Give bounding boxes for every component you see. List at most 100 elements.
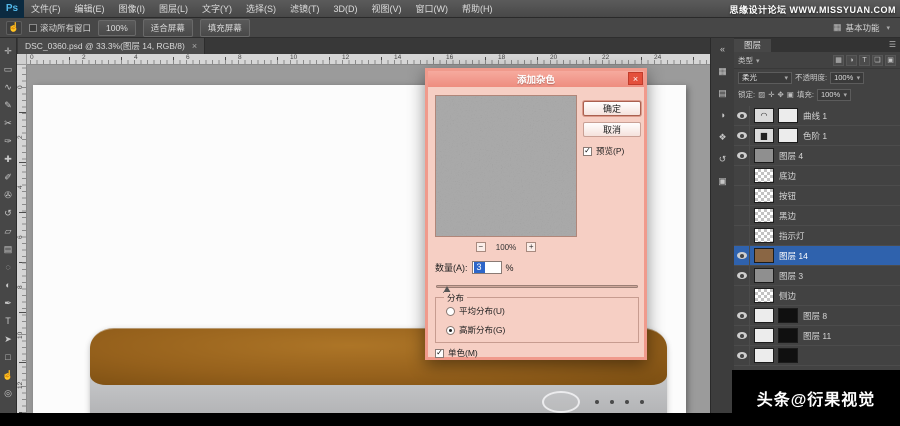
fill-select[interactable]: 100% xyxy=(816,88,851,101)
adjustment-thumbnail[interactable]: ◠ xyxy=(754,108,774,123)
visibility-toggle[interactable] xyxy=(734,226,750,245)
layer-row-11[interactable]: 图层 8 xyxy=(734,306,900,326)
noise-preview[interactable] xyxy=(435,95,577,237)
color-panel-icon[interactable]: ▦ xyxy=(715,65,731,78)
layer-thumbnail[interactable] xyxy=(754,148,774,163)
gradient-tool[interactable]: ▤ xyxy=(1,240,16,258)
layer-row-6[interactable]: 黑边 xyxy=(734,206,900,226)
layer-thumbnail[interactable] xyxy=(754,268,774,283)
blur-tool[interactable]: ◌ xyxy=(1,258,16,276)
properties-panel-icon[interactable]: ▣ xyxy=(715,175,731,188)
preview-checkbox[interactable]: ✓ 预览(P) xyxy=(583,145,624,157)
layer-thumbnail[interactable] xyxy=(754,188,774,203)
scroll-all-windows-checkbox[interactable]: 滚动所有窗口 xyxy=(29,22,91,34)
layer-thumbnail[interactable] xyxy=(754,348,774,363)
zoom-in-button[interactable]: + xyxy=(526,242,537,252)
amount-input[interactable]: 3 xyxy=(471,261,502,274)
visibility-toggle[interactable] xyxy=(734,246,750,265)
ok-button[interactable]: 确定 xyxy=(583,101,641,116)
radio-uniform-distribution[interactable]: 平均分布(U) xyxy=(446,305,638,317)
layer-row-7[interactable]: 指示灯 xyxy=(734,226,900,246)
filter-type-select[interactable]: 类型 xyxy=(738,55,760,66)
adjustment-thumbnail[interactable]: ▆ xyxy=(754,128,774,143)
menu-item-1[interactable]: 文件(F) xyxy=(24,0,68,18)
menu-item-5[interactable]: 文字(Y) xyxy=(195,0,239,18)
hand-tool-preset-icon[interactable]: ☝ xyxy=(6,20,22,35)
history-brush-tool[interactable]: ↺ xyxy=(1,204,16,222)
lock-pixels-icon[interactable]: ✛ xyxy=(768,90,774,99)
marquee-tool[interactable]: ▭ xyxy=(1,60,16,78)
visibility-toggle[interactable] xyxy=(734,346,750,365)
layer-row-1[interactable]: ◠ 曲线 1 xyxy=(734,106,900,126)
collapse-dock-icon[interactable]: « xyxy=(715,43,731,56)
vertical-ruler[interactable]: 0 2 4 6 8 10 12 xyxy=(17,65,27,413)
lasso-tool[interactable]: ∿ xyxy=(1,78,16,96)
menu-item-11[interactable]: 帮助(H) xyxy=(455,0,500,18)
filter-smart-object-layers-icon[interactable]: ▣ xyxy=(885,54,896,66)
pen-tool[interactable]: ✒ xyxy=(1,294,16,312)
fit-screen-button[interactable]: 适合屏幕 xyxy=(142,18,193,37)
lock-all-icon[interactable]: ▣ xyxy=(787,90,794,99)
radio-gaussian-distribution[interactable]: 高斯分布(G) xyxy=(446,324,638,336)
lock-transparency-icon[interactable]: ▨ xyxy=(758,90,765,99)
styles-panel-icon[interactable]: ❖ xyxy=(715,131,731,144)
type-tool[interactable]: T xyxy=(1,312,16,330)
zoom-tool[interactable]: ◎ xyxy=(1,384,16,402)
layer-thumbnail[interactable] xyxy=(754,288,774,303)
visibility-toggle[interactable] xyxy=(734,126,750,145)
clone-stamp-tool[interactable]: ✇ xyxy=(1,186,16,204)
menu-item-7[interactable]: 滤镜(T) xyxy=(283,0,327,18)
lock-position-icon[interactable]: ✥ xyxy=(777,90,783,99)
menu-item-4[interactable]: 图层(L) xyxy=(152,0,195,18)
layer-row-5[interactable]: 按钮 xyxy=(734,186,900,206)
crop-tool[interactable]: ✂ xyxy=(1,114,16,132)
layer-thumbnail[interactable] xyxy=(754,248,774,263)
hand-tool[interactable]: ☝ xyxy=(1,366,16,384)
zoom-out-button[interactable]: − xyxy=(475,242,486,252)
layer-row-13[interactable] xyxy=(734,346,900,366)
layer-thumbnail[interactable] xyxy=(754,168,774,183)
layer-row-8[interactable]: 图层 14 xyxy=(734,246,900,266)
menu-item-10[interactable]: 窗口(W) xyxy=(409,0,456,18)
menu-item-6[interactable]: 选择(S) xyxy=(239,0,283,18)
eyedropper-tool[interactable]: ✑ xyxy=(1,132,16,150)
healing-brush-tool[interactable]: ✚ xyxy=(1,150,16,168)
layer-thumbnail[interactable] xyxy=(754,208,774,223)
visibility-toggle[interactable] xyxy=(734,206,750,225)
filter-adjustment-layers-icon[interactable]: ◑ xyxy=(846,54,857,66)
layer-thumbnail[interactable] xyxy=(754,308,774,323)
opacity-select[interactable]: 100% xyxy=(830,71,865,84)
horizontal-ruler[interactable]: 0 2 4 6 8 10 12 14 16 18 20 22 24 xyxy=(17,54,710,65)
swatches-panel-icon[interactable]: ▤ xyxy=(715,87,731,100)
visibility-toggle[interactable] xyxy=(734,106,750,125)
shape-tool[interactable]: □ xyxy=(1,348,16,366)
zoom-100-button[interactable]: 100% xyxy=(98,19,136,36)
brush-tool[interactable]: ✐ xyxy=(1,168,16,186)
path-selection-tool[interactable]: ➤ xyxy=(1,330,16,348)
visibility-toggle[interactable] xyxy=(734,146,750,165)
panel-menu-icon[interactable] xyxy=(885,38,900,52)
visibility-toggle[interactable] xyxy=(734,266,750,285)
add-noise-dialog[interactable]: 添加杂色 × − 100% + 确定 取消 ✓ 预览(P) 数量(A): 3 %… xyxy=(425,68,647,360)
visibility-toggle[interactable] xyxy=(734,166,750,185)
quick-selection-tool[interactable]: ✎ xyxy=(1,96,16,114)
monochrome-checkbox[interactable]: ✓ 单色(M) xyxy=(435,347,478,359)
visibility-toggle[interactable] xyxy=(734,306,750,325)
history-panel-icon[interactable]: ↺ xyxy=(715,153,731,166)
layer-row-10[interactable]: 侧边 xyxy=(734,286,900,306)
visibility-toggle[interactable] xyxy=(734,186,750,205)
mask-thumbnail[interactable] xyxy=(778,108,798,123)
layer-row-2[interactable]: ▆ 色阶 1 xyxy=(734,126,900,146)
filter-type-layers-icon[interactable]: T xyxy=(859,54,870,66)
workspace-switcher[interactable]: ▦ 基本功能 xyxy=(833,22,894,34)
mask-thumbnail[interactable] xyxy=(778,308,798,323)
blend-mode-select[interactable]: 柔光 xyxy=(738,71,792,84)
filter-shape-layers-icon[interactable]: ❏ xyxy=(872,54,883,66)
eraser-tool[interactable]: ▱ xyxy=(1,222,16,240)
dialog-close-button[interactable]: × xyxy=(628,72,643,85)
layer-row-9[interactable]: 图层 3 xyxy=(734,266,900,286)
visibility-toggle[interactable] xyxy=(734,286,750,305)
dodge-tool[interactable]: ◐ xyxy=(1,276,16,294)
menu-item-3[interactable]: 图像(I) xyxy=(112,0,153,18)
tab-close-icon[interactable]: × xyxy=(192,41,197,51)
